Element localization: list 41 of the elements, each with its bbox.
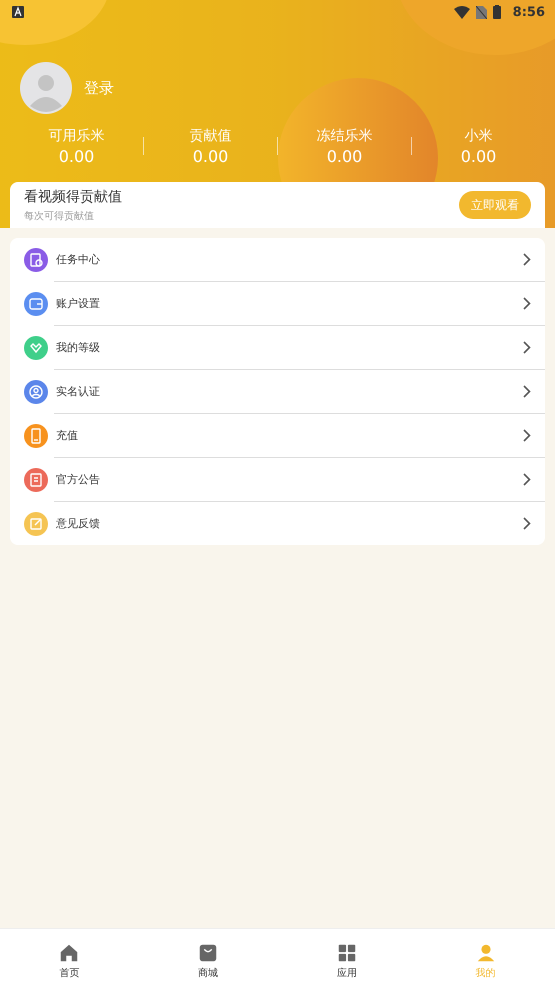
wifi-icon [454,6,470,18]
menu-item[interactable]: 充值 [10,414,545,457]
menu-item[interactable]: 账户设置 [10,282,545,325]
menu-label: 官方公告 [56,472,101,487]
promo-title: 看视频得贡献值 [24,188,122,206]
menu-label: 充值 [56,428,79,443]
nav-tab[interactable]: 应用 [278,929,416,993]
menu-label: 实名认证 [56,384,101,399]
notification-icon [12,6,24,18]
stat-label: 小米 [464,126,492,144]
clock-time: 8:56 [512,4,545,20]
avatar-icon[interactable] [20,62,72,114]
stat-value: 0.00 [58,146,94,166]
menu-item[interactable]: 官方公告 [10,458,545,501]
shopping-bag-icon [197,942,220,964]
menu-label: 任务中心 [56,252,101,267]
stat-value: 0.00 [326,146,362,166]
chevron-icon [523,429,531,442]
chevron-icon [523,253,531,266]
nav-tab[interactable]: 首页 [0,929,139,993]
promo-subtitle: 每次可得贡献值 [24,210,95,222]
stat-label: 冻结乐米 [316,126,372,144]
home-icon [58,942,80,964]
menu-item[interactable]: 实名认证 [10,370,545,413]
person-icon [474,942,497,964]
stat-value: 0.00 [460,146,496,166]
stat-label: 可用乐米 [48,126,104,144]
menu-label: 意见反馈 [56,516,101,531]
stat-label: 贡献值 [190,126,232,144]
chevron-icon [523,473,531,486]
chevron-icon [523,341,531,354]
menu-item[interactable]: 任务中心 [10,238,545,281]
chevron-icon [523,517,531,530]
nav-tab[interactable]: 商城 [138,929,278,993]
menu-label: 我的等级 [56,340,101,355]
stat-value: 0.00 [192,146,228,166]
chevron-icon [523,385,531,398]
menu-label: 账户设置 [56,296,101,311]
menu-item[interactable]: 我的等级 [10,326,545,369]
menu-item[interactable]: 意见反馈 [10,502,545,545]
chevron-icon [523,297,531,310]
